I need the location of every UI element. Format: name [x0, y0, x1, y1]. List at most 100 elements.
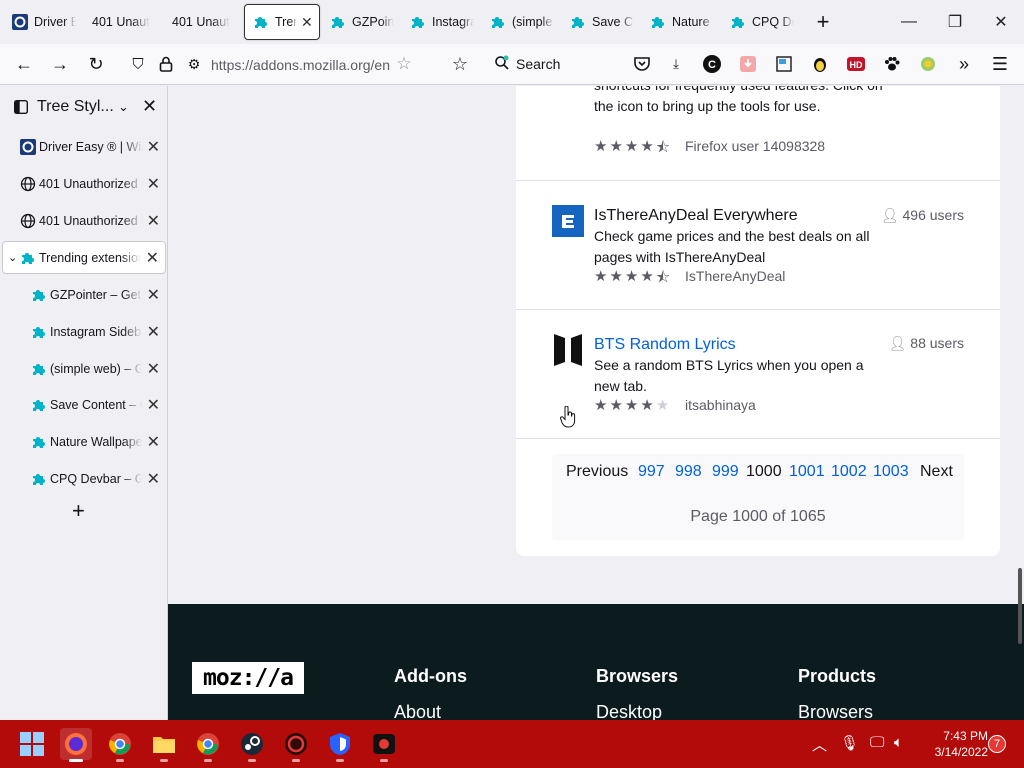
- back-button[interactable]: ←: [10, 50, 38, 78]
- bookmark-star-icon[interactable]: ☆: [390, 50, 418, 78]
- addon-name-link[interactable]: BTS Random Lyrics: [594, 336, 736, 354]
- extension-linux-icon[interactable]: [810, 54, 830, 74]
- close-icon[interactable]: ✕: [147, 285, 160, 305]
- close-icon[interactable]: ✕: [147, 322, 160, 342]
- next-button[interactable]: Next: [920, 462, 953, 481]
- sidebar-item-save-content[interactable]: Save Content – G ✕: [0, 388, 168, 421]
- close-icon[interactable]: ✕: [147, 211, 160, 231]
- sidebar-item-driver-easy[interactable]: Driver Easy ® | Win ✕: [0, 130, 168, 163]
- taskbar-app-red[interactable]: [280, 728, 312, 762]
- page-link-999[interactable]: 999: [712, 462, 739, 481]
- tab-save-content[interactable]: Save Content: [562, 4, 640, 40]
- close-icon[interactable]: ✕: [147, 395, 160, 415]
- close-icon[interactable]: ✕: [147, 469, 160, 489]
- sidebar-item-label: 401 Unauthorized 0: [39, 176, 143, 191]
- tab-label: CPQ Devbar: [752, 15, 794, 29]
- taskbar-chrome-2[interactable]: [192, 728, 224, 762]
- close-icon[interactable]: ✕: [147, 137, 160, 157]
- addon-item[interactable]: IsThereAnyDeal Everywhere 👤︎ 496 users C…: [516, 181, 1000, 309]
- taskbar-vpn[interactable]: [324, 728, 356, 762]
- extension-hd-icon[interactable]: HD: [846, 54, 866, 74]
- sidebar-item-401-b[interactable]: 401 Unauthorized 0 ✕: [0, 204, 168, 237]
- taskbar-chrome[interactable]: [104, 728, 136, 762]
- page-link-998[interactable]: 998: [675, 462, 702, 481]
- system-clock[interactable]: 7:43 PM 3/14/2022: [916, 728, 988, 760]
- minimize-button[interactable]: —: [886, 0, 932, 44]
- download-icon[interactable]: ⤓: [666, 54, 686, 74]
- forward-button[interactable]: →: [46, 50, 74, 78]
- close-icon[interactable]: ✕: [147, 359, 160, 379]
- tab-trending[interactable]: Trending ✕: [244, 4, 320, 40]
- sidebar-item-trending[interactable]: ⌄ Trending extension ✕: [2, 241, 166, 274]
- close-icon[interactable]: ✕: [146, 248, 159, 268]
- page-link-1001[interactable]: 1001: [789, 462, 825, 481]
- sidebar-item-gzpointer[interactable]: GZPointer – Get t ✕: [0, 278, 168, 311]
- tab-401-a[interactable]: 401 Unauthorized: [84, 4, 162, 40]
- sidebar-item-401-a[interactable]: 401 Unauthorized 0 ✕: [0, 167, 168, 200]
- previous-button[interactable]: Previous: [566, 462, 628, 481]
- extension-paw-icon[interactable]: [882, 54, 902, 74]
- page-link-1003[interactable]: 1003: [873, 462, 909, 481]
- reload-button[interactable]: ↻: [82, 50, 110, 78]
- sidebar-item-label: CPQ Devbar – Ge: [50, 471, 142, 486]
- taskbar-file-explorer[interactable]: [148, 728, 180, 762]
- footer-link-desktop[interactable]: Desktop: [596, 702, 662, 720]
- tab-401-b[interactable]: 401 Unauthorized: [164, 4, 242, 40]
- tab-instagram[interactable]: Instagram: [402, 4, 480, 40]
- footer-link-about[interactable]: About: [394, 702, 441, 720]
- sidebar-item-simple-web[interactable]: (simple web) – G ✕: [0, 352, 168, 385]
- addon-item[interactable]: shortcuts for frequently used features. …: [516, 86, 1000, 180]
- volume-icon[interactable]: 🔈︎: [894, 734, 903, 751]
- chevron-down-icon[interactable]: ⌄: [8, 251, 20, 264]
- network-icon[interactable]: 🖵︎: [870, 734, 884, 751]
- addon-item[interactable]: BTS Random Lyrics 👤︎ 88 users See a rand…: [516, 310, 1000, 438]
- extension-colorful-icon[interactable]: [918, 54, 938, 74]
- close-icon[interactable]: ✕: [147, 174, 160, 194]
- taskbar-steam[interactable]: [236, 728, 268, 762]
- restore-button[interactable]: ❐: [932, 0, 978, 44]
- tab-cpq-devbar[interactable]: CPQ Devbar: [722, 4, 800, 40]
- extension-download-icon[interactable]: [738, 54, 758, 74]
- page-scrollbar[interactable]: [1018, 568, 1022, 644]
- close-window-button[interactable]: ✕: [978, 0, 1024, 44]
- taskbar-recorder[interactable]: [368, 728, 400, 762]
- bookmarks-star-icon[interactable]: ☆: [446, 50, 474, 78]
- pocket-icon[interactable]: [632, 54, 652, 74]
- sidebar-header: Tree Styl... ⌄ ✕: [0, 86, 168, 130]
- close-sidebar-icon[interactable]: ✕: [142, 96, 157, 117]
- sidebar-item-instagram[interactable]: Instagram Sideba ✕: [0, 315, 168, 348]
- tab-nature[interactable]: Nature: [642, 4, 720, 40]
- star-icon: ★: [594, 397, 608, 414]
- search-box[interactable]: Search: [494, 51, 614, 77]
- footer-link-browsers[interactable]: Browsers: [798, 702, 873, 720]
- close-icon[interactable]: ✕: [147, 432, 160, 452]
- sidebar-item-nature[interactable]: Nature Wallpape ✕: [0, 425, 168, 458]
- hamburger-menu-icon[interactable]: ☰: [990, 54, 1010, 74]
- tab-gzpointer[interactable]: GZPointer: [322, 4, 400, 40]
- mozilla-logo[interactable]: moz://a: [192, 662, 304, 694]
- sidebar-item-cpq-devbar[interactable]: CPQ Devbar – Ge ✕: [0, 462, 168, 495]
- chevron-up-icon[interactable]: ︿: [812, 734, 827, 755]
- page-link-997[interactable]: 997: [638, 462, 665, 481]
- half-star-icon: ⯪: [655, 269, 671, 286]
- url-text[interactable]: https://addons.mozilla.org/en: [211, 57, 391, 73]
- tab-simple-web[interactable]: (simple web): [482, 4, 560, 40]
- notification-badge[interactable]: 7: [988, 735, 1006, 753]
- page-info: Page 1000 of 1065: [690, 508, 826, 525]
- arrow-right-icon: →: [51, 53, 69, 74]
- new-tab-plus-icon[interactable]: +: [72, 498, 85, 524]
- star-icon: ★: [624, 397, 639, 414]
- extension-screenshot-icon[interactable]: [774, 54, 794, 74]
- microphone-icon[interactable]: 🎙︎: [840, 734, 859, 752]
- extension-c-icon[interactable]: C: [702, 54, 722, 74]
- page-link-1002[interactable]: 1002: [831, 462, 867, 481]
- new-tab-button[interactable]: +: [808, 7, 838, 37]
- chevron-down-icon[interactable]: ⌄: [118, 99, 129, 115]
- start-button[interactable]: [16, 728, 48, 760]
- sidebar-icon: [13, 99, 29, 119]
- taskbar-firefox[interactable]: [60, 728, 92, 762]
- close-icon[interactable]: ✕: [301, 14, 313, 31]
- overflow-chevron-icon[interactable]: »: [954, 54, 974, 74]
- tab-driver-easy[interactable]: Driver Easy: [4, 4, 82, 40]
- addon-name[interactable]: IsThereAnyDeal Everywhere: [594, 207, 798, 225]
